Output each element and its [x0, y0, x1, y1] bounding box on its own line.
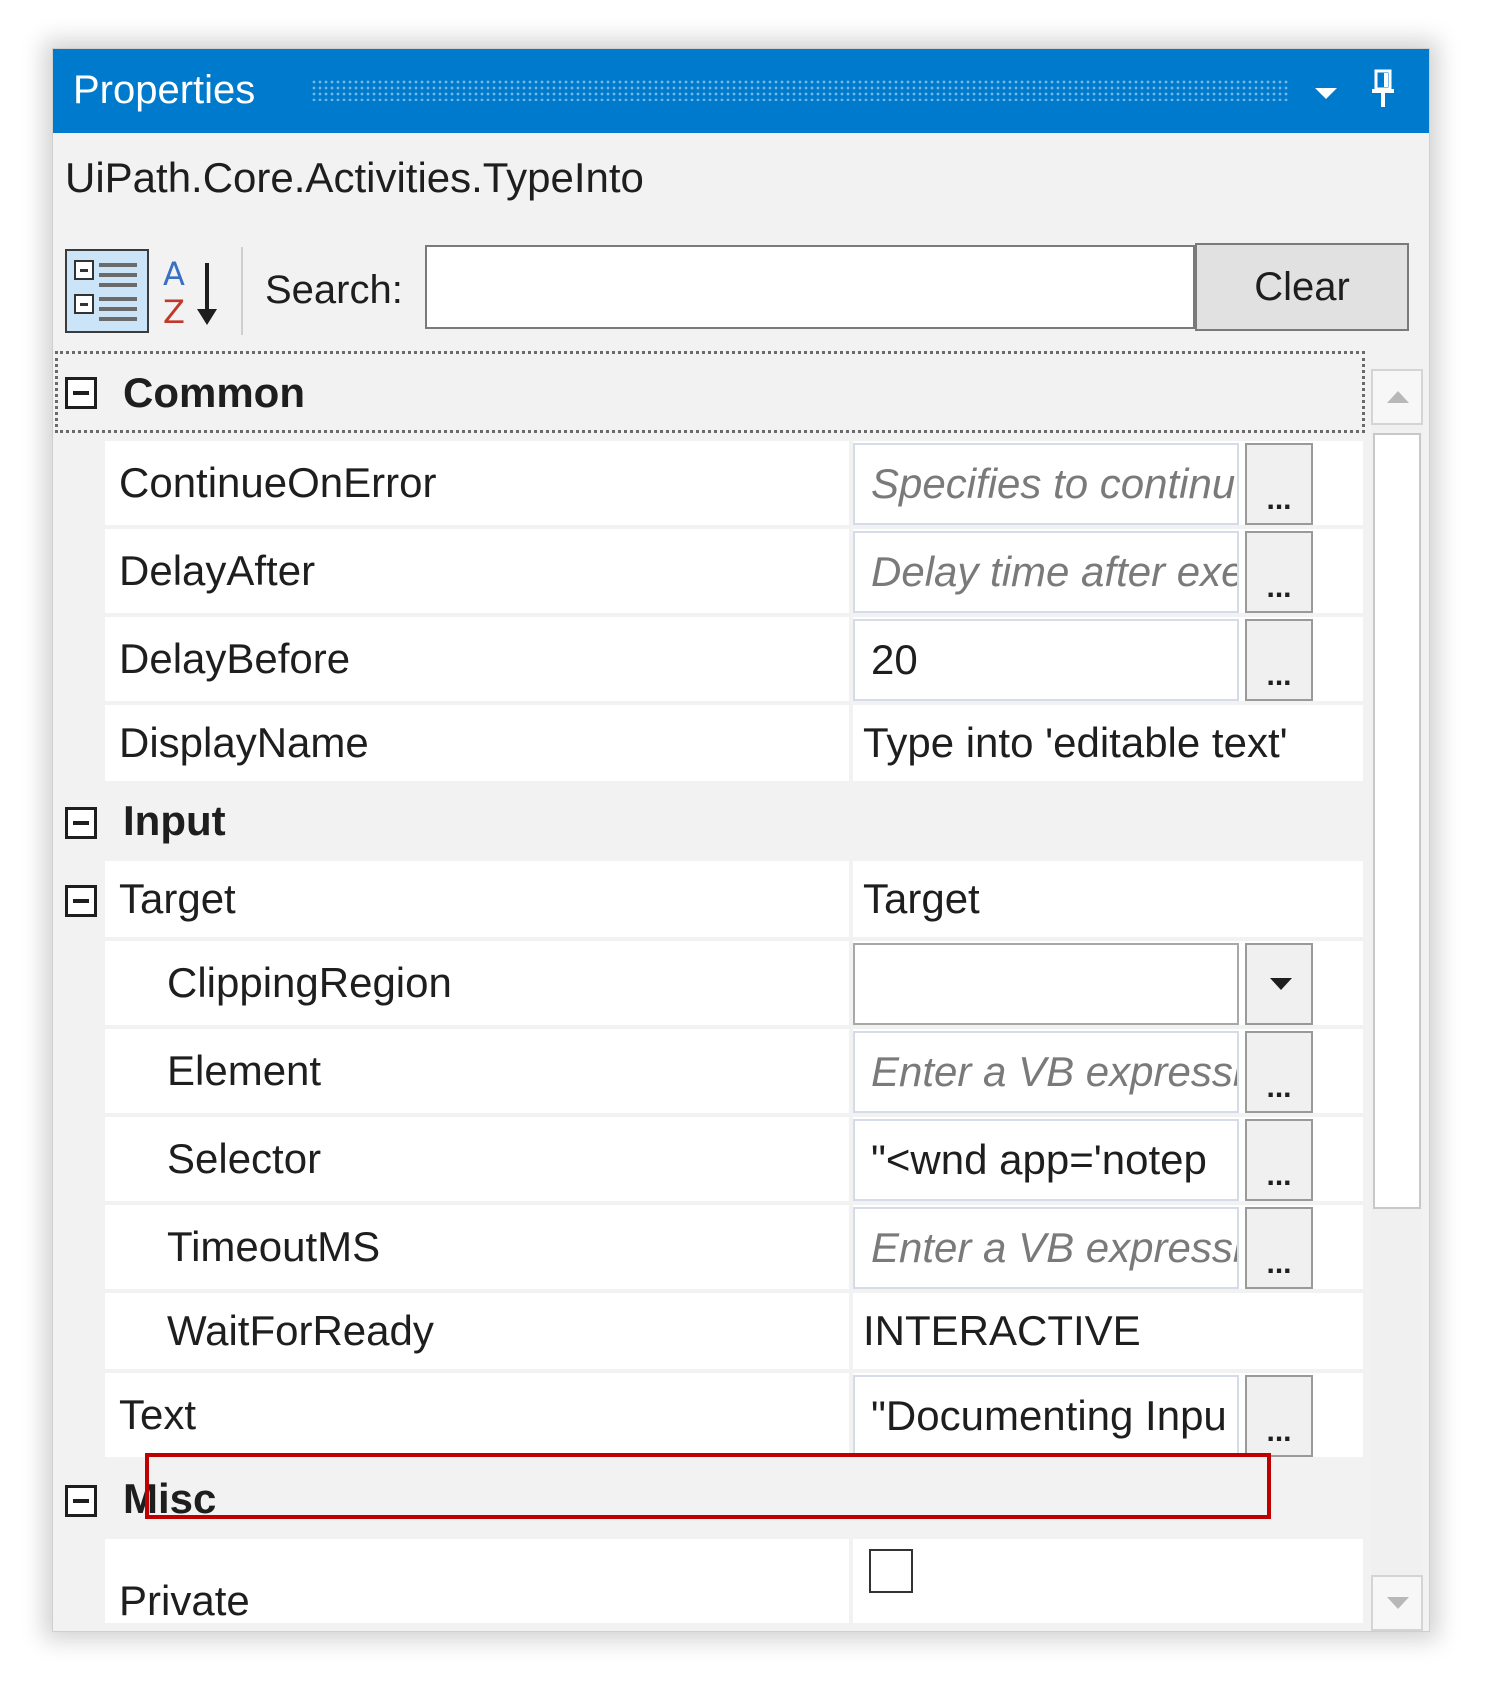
- categorized-view-icon: [74, 260, 137, 321]
- property-value: "Documenting Inpu: [871, 1392, 1227, 1439]
- text-ellipsis-button[interactable]: ...: [1245, 1375, 1313, 1457]
- property-value: Type into 'editable text': [863, 719, 1288, 766]
- chevron-up-icon: [1387, 391, 1409, 403]
- property-row-continue-on-error: ContinueOnError Specifies to continu ...: [105, 441, 1363, 529]
- svg-text:Z: Z: [163, 293, 185, 331]
- alphabetical-sort-button[interactable]: A Z: [155, 249, 239, 333]
- delay-before-ellipsis-button[interactable]: ...: [1245, 619, 1313, 701]
- toolbar-separator: [241, 247, 243, 335]
- delay-before-input[interactable]: 20: [853, 619, 1239, 701]
- timeout-ms-ellipsis-button[interactable]: ...: [1245, 1207, 1313, 1289]
- property-row-selector: Selector "<wnd app='notep ...: [105, 1117, 1363, 1205]
- element-ellipsis-button[interactable]: ...: [1245, 1031, 1313, 1113]
- text-input[interactable]: "Documenting Inpu: [853, 1375, 1239, 1457]
- property-row-delay-after: DelayAfter Delay time after exe ...: [105, 529, 1363, 617]
- property-name: DisplayName: [119, 719, 369, 766]
- property-name: ClippingRegion: [167, 959, 452, 1006]
- clear-button[interactable]: Clear: [1195, 243, 1409, 331]
- property-name: WaitForReady: [167, 1307, 434, 1354]
- property-row-delay-before: DelayBefore 20 ...: [105, 617, 1363, 705]
- property-name: DelayAfter: [119, 547, 316, 594]
- delay-after-input[interactable]: Delay time after exe: [853, 531, 1239, 613]
- panel-title-bar[interactable]: Properties: [53, 49, 1429, 133]
- properties-panel: Properties UiPath.Core.Activities.TypeIn…: [52, 48, 1430, 1632]
- property-row-display-name: DisplayName Type into 'editable text': [105, 705, 1363, 785]
- property-row-element: Element Enter a VB expressio ...: [105, 1029, 1363, 1117]
- scroll-up-button[interactable]: [1371, 369, 1423, 425]
- property-name: Selector: [167, 1135, 322, 1182]
- continue-on-error-ellipsis-button[interactable]: ...: [1245, 443, 1313, 525]
- wait-for-ready-value[interactable]: INTERACTIVE: [853, 1293, 1363, 1369]
- private-checkbox[interactable]: [869, 1549, 913, 1593]
- property-name: Element: [167, 1047, 322, 1094]
- category-input[interactable]: Input: [53, 785, 1367, 861]
- window-position-dropdown-icon[interactable]: [1313, 83, 1339, 103]
- collapse-icon[interactable]: [65, 1485, 97, 1517]
- clipping-region-dropdown-button[interactable]: [1245, 943, 1313, 1025]
- property-value: Target: [863, 875, 980, 922]
- chevron-down-icon: [1387, 1597, 1409, 1609]
- category-misc[interactable]: Misc: [53, 1461, 1367, 1539]
- pin-icon[interactable]: [1371, 69, 1395, 109]
- property-name: Private: [119, 1577, 250, 1624]
- search-label: Search:: [265, 268, 403, 312]
- selector-ellipsis-button[interactable]: ...: [1245, 1119, 1313, 1201]
- property-name: TimeoutMS: [167, 1223, 381, 1270]
- property-row-text: Text "Documenting Inpu ...: [105, 1373, 1363, 1461]
- activity-type-name: UiPath.Core.Activities.TypeInto: [65, 154, 644, 201]
- scrollbar-thumb[interactable]: [1373, 433, 1421, 1209]
- property-row-private: Private: [105, 1539, 1363, 1627]
- continue-on-error-input[interactable]: Specifies to continu: [853, 443, 1239, 525]
- drag-grip[interactable]: [311, 79, 1289, 101]
- search-input[interactable]: [425, 245, 1195, 329]
- display-name-value[interactable]: Type into 'editable text': [853, 705, 1363, 781]
- property-row-target: Target Target: [65, 861, 1363, 941]
- target-value: Target: [853, 861, 1363, 937]
- chevron-down-icon: [1270, 978, 1292, 990]
- property-name: DelayBefore: [119, 635, 351, 682]
- placeholder-text: Delay time after exe: [871, 548, 1239, 595]
- clipping-region-combo[interactable]: [853, 943, 1239, 1025]
- collapse-icon[interactable]: [65, 377, 97, 409]
- property-row-timeout-ms: TimeoutMS Enter a VB expressio ...: [105, 1205, 1363, 1293]
- property-value: "<wnd app='notep: [871, 1136, 1207, 1183]
- property-name: Text: [119, 1391, 197, 1438]
- property-grid: Common ContinueOnError Specifies to cont…: [53, 349, 1367, 1631]
- svg-text:A: A: [163, 255, 185, 293]
- scroll-down-button[interactable]: [1371, 1575, 1423, 1631]
- sort-alphabetical-icon: A Z: [163, 255, 217, 331]
- panel-title: Properties: [73, 68, 256, 112]
- category-label: Misc: [123, 1475, 217, 1522]
- delay-after-ellipsis-button[interactable]: ...: [1245, 531, 1313, 613]
- placeholder-text: Specifies to continu: [871, 460, 1236, 507]
- timeout-ms-input[interactable]: Enter a VB expressio: [853, 1207, 1239, 1289]
- category-label: Common: [123, 369, 305, 416]
- properties-toolbar: A Z Search: Clear: [53, 241, 1429, 337]
- property-name: Target: [119, 875, 236, 922]
- collapse-icon[interactable]: [65, 885, 97, 917]
- category-common[interactable]: Common: [53, 349, 1367, 435]
- property-name: ContinueOnError: [119, 459, 437, 506]
- vertical-scrollbar[interactable]: [1371, 369, 1423, 1631]
- categorized-view-button[interactable]: [65, 249, 149, 333]
- placeholder-text: Enter a VB expressio: [871, 1048, 1239, 1095]
- property-value: INTERACTIVE: [863, 1307, 1141, 1354]
- property-value: 20: [871, 636, 918, 683]
- property-row-clipping-region: ClippingRegion: [105, 941, 1363, 1029]
- category-label: Input: [123, 797, 226, 844]
- selector-input[interactable]: "<wnd app='notep: [853, 1119, 1239, 1201]
- placeholder-text: Enter a VB expressio: [871, 1224, 1239, 1271]
- element-input[interactable]: Enter a VB expressio: [853, 1031, 1239, 1113]
- property-row-wait-for-ready: WaitForReady INTERACTIVE: [105, 1293, 1363, 1373]
- collapse-icon[interactable]: [65, 807, 97, 839]
